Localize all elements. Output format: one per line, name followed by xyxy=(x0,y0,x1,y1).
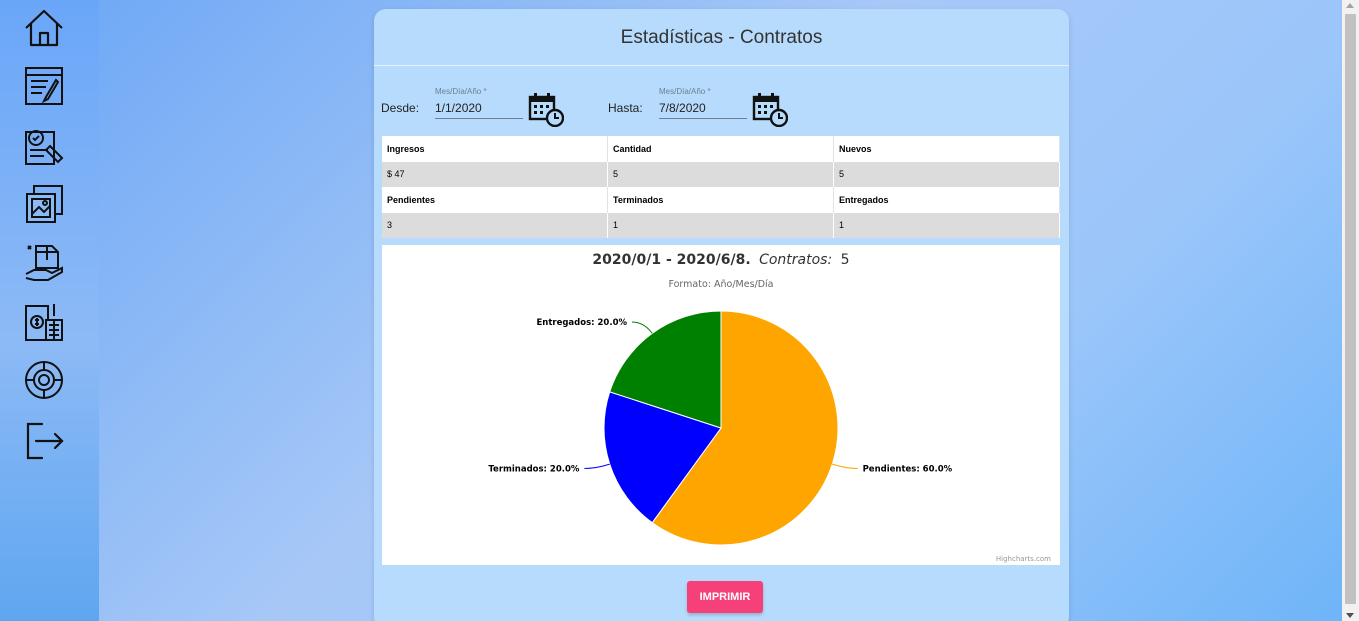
logout-icon[interactable] xyxy=(22,418,70,466)
pie-connector-terminados xyxy=(584,463,610,469)
stats-header-row: Ingresos Cantidad Nuevos xyxy=(382,136,1060,162)
sidebar xyxy=(0,0,99,621)
stats-value-cell: $ 47 xyxy=(382,161,608,187)
stats-value-row: $ 47 5 5 xyxy=(382,161,1060,187)
chart-title-count: 5 xyxy=(841,252,850,268)
date-filter-row: Desde: Mes/Día/Año * 1/1/2020 Hasta: Mes… xyxy=(374,87,1069,133)
scroll-down-arrow[interactable] xyxy=(1346,613,1354,618)
pie-label-entregados: Entregados: 20.0% xyxy=(536,318,627,328)
pie-label-pendientes: Pendientes: 60.0% xyxy=(863,464,953,474)
scroll-thumb[interactable] xyxy=(1345,14,1356,604)
from-date-placeholder: Mes/Día/Año * xyxy=(435,87,487,96)
from-date-field[interactable]: Mes/Día/Año * 1/1/2020 xyxy=(435,87,523,119)
contract-review-icon[interactable] xyxy=(22,124,70,172)
stats-header-row: Pendientes Terminados Entregados xyxy=(382,187,1060,213)
statistics-card: Estadísticas - Contratos Desde: Mes/Día/… xyxy=(374,9,1069,621)
stats-header-cell: Terminados xyxy=(608,187,834,213)
to-label: Hasta: xyxy=(608,101,643,115)
pie-connector-pendientes xyxy=(832,463,858,469)
stats-header-cell: Ingresos xyxy=(382,136,608,162)
from-calendar-icon[interactable] xyxy=(528,91,565,128)
stats-value-cell: 1 xyxy=(834,212,1060,238)
pie-chart-svg: 2020/0/1 - 2020/6/8. Contratos: 5 Format… xyxy=(488,252,1051,563)
home-icon[interactable] xyxy=(22,6,70,54)
stats-header-cell: Pendientes xyxy=(382,187,608,213)
page-title: Estadísticas - Contratos xyxy=(374,9,1069,66)
contract-edit-icon[interactable] xyxy=(22,64,70,112)
settings-gear-icon[interactable] xyxy=(22,358,70,406)
page-scrollbar[interactable] xyxy=(1342,0,1359,621)
scroll-up-arrow[interactable] xyxy=(1346,3,1354,8)
to-date-placeholder: Mes/Día/Año * xyxy=(659,87,711,96)
pie-label-terminados: Terminados: 20.0% xyxy=(488,464,579,474)
to-date-field[interactable]: Mes/Día/Año * 7/8/2020 xyxy=(659,87,747,119)
pie-chart: 2020/0/1 - 2020/6/8. Contratos: 5 Format… xyxy=(382,245,1060,565)
stats-header-cell: Nuevos xyxy=(834,136,1060,162)
stats-header-cell: Cantidad xyxy=(608,136,834,162)
stats-value-cell: 5 xyxy=(608,161,834,187)
chart-subtitle: Formato: Año/Mes/Día xyxy=(668,279,773,290)
pie-connector-entregados xyxy=(631,321,653,334)
delivery-package-icon[interactable] xyxy=(22,240,70,288)
billing-calculator-icon[interactable] xyxy=(22,300,70,348)
stats-value-cell: 5 xyxy=(834,161,1060,187)
stats-value-cell: 1 xyxy=(608,212,834,238)
from-date-input[interactable]: 1/1/2020 xyxy=(435,99,523,119)
chart-credits[interactable]: Highcharts.com xyxy=(996,555,1051,563)
stats-table: Ingresos Cantidad Nuevos $ 47 5 5 Pendie… xyxy=(382,136,1060,238)
print-button[interactable]: IMPRIMIR xyxy=(687,581,763,613)
stats-value-row: 3 1 1 xyxy=(382,212,1060,238)
from-label: Desde: xyxy=(381,101,420,115)
stats-value-cell: 3 xyxy=(382,212,608,238)
chart-title-range: 2020/0/1 - 2020/6/8. xyxy=(592,252,750,268)
chart-title-label: Contratos: xyxy=(759,252,832,268)
to-calendar-icon[interactable] xyxy=(752,91,789,128)
gallery-icon[interactable] xyxy=(22,182,70,230)
to-date-input[interactable]: 7/8/2020 xyxy=(659,99,747,119)
stats-header-cell: Entregados xyxy=(834,187,1060,213)
chart-title: 2020/0/1 - 2020/6/8. Contratos: 5 xyxy=(592,252,849,268)
